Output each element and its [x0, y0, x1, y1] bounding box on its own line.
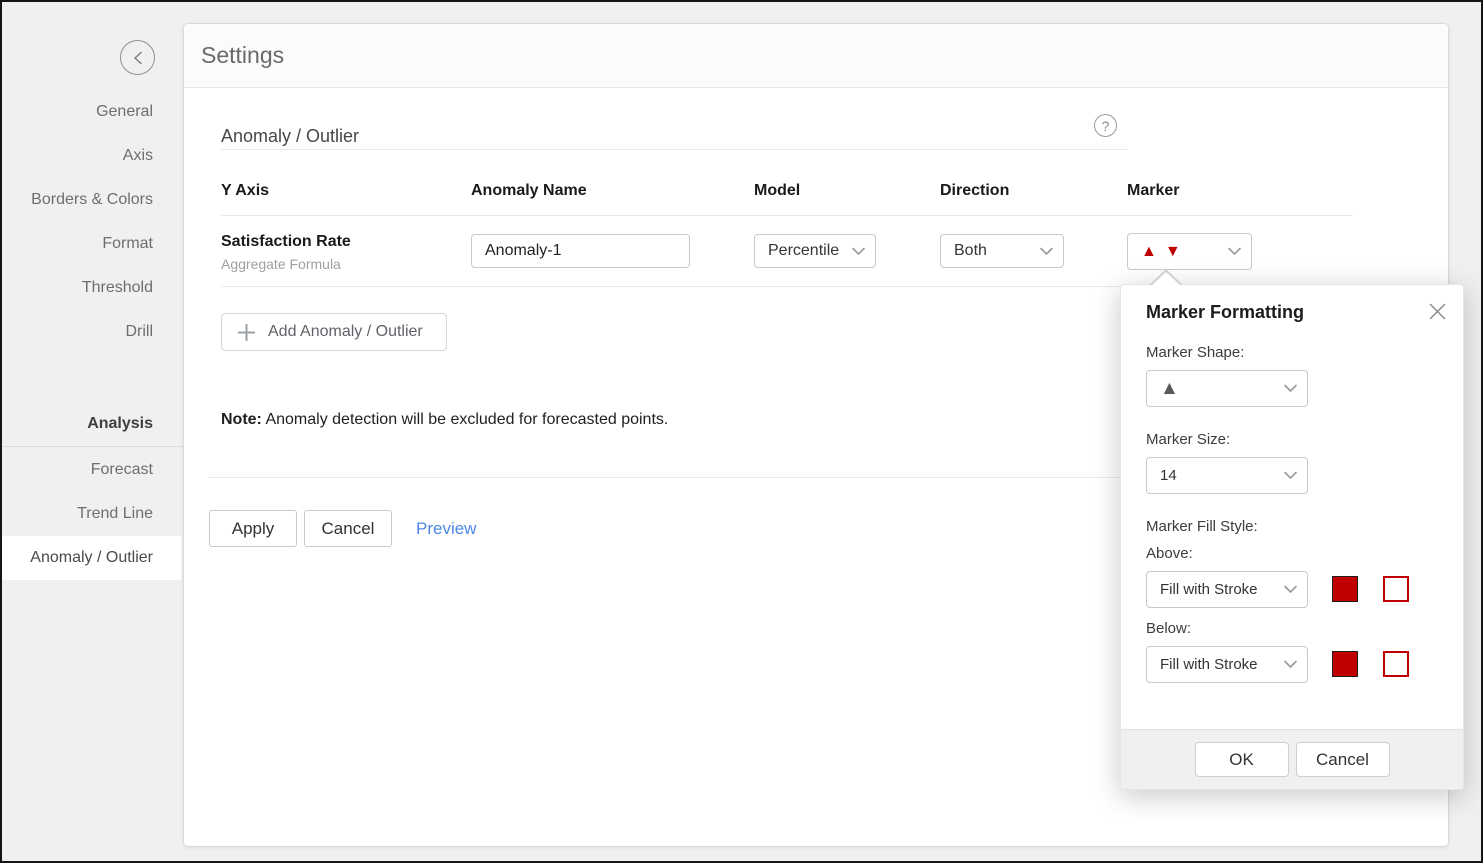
- sidebar-item-forecast[interactable]: Forecast: [2, 448, 181, 492]
- page-title: Settings: [201, 42, 284, 69]
- app-window: General Axis Borders & Colors Format Thr…: [0, 0, 1483, 863]
- below-fill-style-value: Fill with Stroke: [1160, 656, 1258, 673]
- close-icon[interactable]: [1427, 301, 1447, 321]
- panel-header: Settings: [184, 24, 1448, 88]
- y-axis-subtitle: Aggregate Formula: [221, 256, 341, 272]
- above-label: Above:: [1146, 545, 1193, 562]
- popup-footer: OK Cancel: [1121, 729, 1463, 789]
- chevron-down-icon: [1040, 247, 1053, 256]
- marker-fill-style-label: Marker Fill Style:: [1146, 518, 1258, 535]
- column-header-direction: Direction: [940, 182, 1009, 200]
- popup-cancel-button[interactable]: Cancel: [1296, 742, 1390, 777]
- chevron-down-icon: [1284, 384, 1297, 393]
- marker-up-icon: ▲: [1141, 244, 1157, 260]
- sidebar-item-trend-line[interactable]: Trend Line: [2, 492, 181, 536]
- marker-select-value: ▲ ▼: [1141, 244, 1181, 260]
- add-anomaly-label: Add Anomaly / Outlier: [268, 323, 423, 341]
- section-title-divider: [221, 149, 1127, 150]
- popup-title: Marker Formatting: [1146, 302, 1304, 323]
- sidebar-section-analysis: Analysis: [2, 402, 181, 446]
- marker-size-value: 14: [1160, 467, 1177, 484]
- y-axis-value: Satisfaction Rate: [221, 233, 351, 251]
- sidebar-item-threshold[interactable]: Threshold: [2, 266, 181, 310]
- sidebar-divider: [2, 446, 183, 447]
- plus-icon: [237, 323, 256, 342]
- above-stroke-color-swatch[interactable]: [1383, 576, 1409, 602]
- apply-button[interactable]: Apply: [209, 510, 297, 547]
- back-button[interactable]: [120, 40, 155, 75]
- below-stroke-color-swatch[interactable]: [1383, 651, 1409, 677]
- marker-size-select[interactable]: 14: [1146, 457, 1308, 494]
- sidebar-item-anomaly-outlier[interactable]: Anomaly / Outlier: [2, 536, 181, 580]
- sidebar-item-drill[interactable]: Drill: [2, 310, 181, 354]
- chevron-down-icon: [1284, 585, 1297, 594]
- above-fill-style-select[interactable]: Fill with Stroke: [1146, 571, 1308, 608]
- column-header-anomaly-name: Anomaly Name: [471, 182, 587, 200]
- below-fill-style-select[interactable]: Fill with Stroke: [1146, 646, 1308, 683]
- marker-select[interactable]: ▲ ▼: [1127, 233, 1252, 270]
- direction-select-value: Both: [954, 242, 987, 260]
- popup-ok-button[interactable]: OK: [1195, 742, 1289, 777]
- anomaly-name-input[interactable]: [471, 234, 690, 268]
- chevron-left-icon: [133, 51, 143, 65]
- column-header-marker: Marker: [1127, 182, 1179, 200]
- chevron-down-icon: [1228, 247, 1241, 256]
- note-body: Anomaly detection will be excluded for f…: [265, 411, 668, 428]
- sidebar-item-axis[interactable]: Axis: [2, 134, 181, 178]
- model-select-value: Percentile: [768, 242, 839, 260]
- table-header-divider: [221, 215, 1353, 216]
- above-fill-style-value: Fill with Stroke: [1160, 581, 1258, 598]
- direction-select[interactable]: Both: [940, 234, 1064, 268]
- below-label: Below:: [1146, 620, 1191, 637]
- model-select[interactable]: Percentile: [754, 234, 876, 268]
- marker-shape-select[interactable]: ▲: [1146, 370, 1308, 407]
- note-text: Note: Anomaly detection will be excluded…: [221, 411, 668, 429]
- marker-shape-label: Marker Shape:: [1146, 344, 1244, 361]
- column-header-model: Model: [754, 182, 800, 200]
- add-anomaly-button[interactable]: Add Anomaly / Outlier: [221, 313, 447, 351]
- popup-caret-inner: [1151, 272, 1181, 286]
- triangle-shape-icon: ▲: [1160, 379, 1179, 398]
- above-fill-color-swatch[interactable]: [1332, 576, 1358, 602]
- chevron-down-icon: [1284, 660, 1297, 669]
- below-fill-color-swatch[interactable]: [1332, 651, 1358, 677]
- marker-formatting-popup: Marker Formatting Marker Shape: ▲ Marker…: [1120, 284, 1464, 790]
- help-icon[interactable]: ?: [1094, 114, 1117, 137]
- marker-down-icon: ▼: [1165, 244, 1181, 260]
- settings-sidebar: General Axis Borders & Colors Format Thr…: [2, 2, 181, 861]
- sidebar-item-borders-colors[interactable]: Borders & Colors: [2, 178, 181, 222]
- column-header-y-axis: Y Axis: [221, 182, 269, 200]
- section-title: Anomaly / Outlier: [221, 126, 359, 147]
- cancel-button[interactable]: Cancel: [304, 510, 392, 547]
- sidebar-item-format[interactable]: Format: [2, 222, 181, 266]
- close-x-icon: [1429, 303, 1446, 320]
- note-label: Note:: [221, 411, 262, 428]
- preview-link[interactable]: Preview: [416, 510, 476, 547]
- chevron-down-icon: [852, 247, 865, 256]
- chevron-down-icon: [1284, 471, 1297, 480]
- sidebar-item-general[interactable]: General: [2, 90, 181, 134]
- marker-size-label: Marker Size:: [1146, 431, 1230, 448]
